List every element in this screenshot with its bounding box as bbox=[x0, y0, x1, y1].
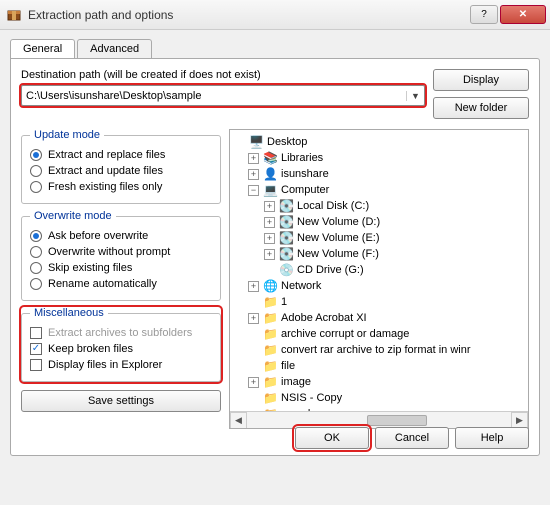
checkbox-icon bbox=[30, 343, 42, 355]
tab-strip: General Advanced bbox=[10, 39, 540, 59]
radio-icon bbox=[30, 246, 42, 258]
radio-icon bbox=[30, 165, 42, 177]
titlebar: Extraction path and options ? ✕ bbox=[0, 0, 550, 30]
folder-icon: 📁 bbox=[263, 343, 277, 357]
drive-icon: 💽 bbox=[279, 231, 293, 245]
network-icon: 🌐 bbox=[263, 279, 277, 293]
dialog-buttons: OK Cancel Help bbox=[295, 427, 529, 449]
folder-tree-panel: 🖥️Desktop +📚Libraries +👤isunshare −💻Comp… bbox=[229, 129, 529, 429]
scroll-left-icon[interactable]: ◀ bbox=[230, 412, 247, 429]
radio-icon bbox=[30, 181, 42, 193]
destination-input[interactable] bbox=[22, 88, 406, 104]
scroll-right-icon[interactable]: ▶ bbox=[511, 412, 528, 429]
computer-icon: 💻 bbox=[263, 183, 277, 197]
tree-row: +📚Libraries bbox=[232, 150, 526, 166]
desktop-icon: 🖥️ bbox=[249, 135, 263, 149]
overwrite-opt-skip[interactable]: Skip existing files bbox=[30, 260, 212, 276]
options-column: Update mode Extract and replace files Ex… bbox=[21, 129, 221, 429]
expand-icon[interactable]: + bbox=[264, 217, 275, 228]
drive-icon: 💽 bbox=[279, 215, 293, 229]
tree-row: 📁1 bbox=[232, 294, 526, 310]
user-icon: 👤 bbox=[263, 167, 277, 181]
folder-icon: 📁 bbox=[263, 359, 277, 373]
radio-icon bbox=[30, 149, 42, 161]
display-button[interactable]: Display bbox=[433, 69, 529, 91]
expand-icon[interactable]: + bbox=[248, 313, 259, 324]
folder-icon: 📁 bbox=[263, 311, 277, 325]
checkbox-icon bbox=[30, 327, 42, 339]
collapse-icon[interactable]: − bbox=[248, 185, 259, 196]
tree-row: 🖥️Desktop bbox=[232, 134, 526, 150]
drive-icon: 💽 bbox=[279, 199, 293, 213]
tree-row: +👤isunshare bbox=[232, 166, 526, 182]
update-opt-fresh[interactable]: Fresh existing files only bbox=[30, 179, 212, 195]
update-opt-replace[interactable]: Extract and replace files bbox=[30, 147, 212, 163]
update-mode-legend: Update mode bbox=[30, 129, 104, 141]
update-opt-update[interactable]: Extract and update files bbox=[30, 163, 212, 179]
update-mode-group: Update mode Extract and replace files Ex… bbox=[21, 129, 221, 204]
tree-row: 📁NSIS - Copy bbox=[232, 390, 526, 406]
close-button[interactable]: ✕ bbox=[500, 5, 546, 24]
folder-icon: 📁 bbox=[263, 375, 277, 389]
destination-label: Destination path (will be created if doe… bbox=[21, 69, 425, 81]
winrar-icon bbox=[6, 7, 22, 23]
scroll-thumb[interactable] bbox=[367, 415, 427, 426]
misc-legend: Miscellaneous bbox=[30, 307, 108, 319]
help-titlebar-button[interactable]: ? bbox=[470, 5, 498, 24]
ok-button[interactable]: OK bbox=[295, 427, 369, 449]
overwrite-mode-group: Overwrite mode Ask before overwrite Over… bbox=[21, 210, 221, 301]
tree-row: +🌐Network bbox=[232, 278, 526, 294]
misc-group: Miscellaneous Extract archives to subfol… bbox=[21, 307, 221, 382]
radio-icon bbox=[30, 278, 42, 290]
window-title: Extraction path and options bbox=[28, 8, 470, 22]
cd-icon: 💿 bbox=[279, 263, 293, 277]
expand-icon[interactable]: + bbox=[264, 233, 275, 244]
folder-icon: 📁 bbox=[263, 295, 277, 309]
overwrite-opt-ask[interactable]: Ask before overwrite bbox=[30, 228, 212, 244]
misc-opt-explorer[interactable]: Display files in Explorer bbox=[30, 357, 212, 373]
expand-icon[interactable]: + bbox=[248, 281, 259, 292]
tree-row: +📁image bbox=[232, 374, 526, 390]
tree-row: +💽New Volume (E:) bbox=[232, 230, 526, 246]
destination-combo[interactable]: ▼ bbox=[21, 85, 425, 106]
misc-opt-subfolders: Extract archives to subfolders bbox=[30, 325, 212, 341]
tab-panel: Destination path (will be created if doe… bbox=[10, 58, 540, 456]
tree-row: −💻Computer bbox=[232, 182, 526, 198]
cancel-button[interactable]: Cancel bbox=[375, 427, 449, 449]
expand-icon[interactable]: + bbox=[248, 169, 259, 180]
tree-row: 📁file bbox=[232, 358, 526, 374]
misc-opt-broken[interactable]: Keep broken files bbox=[30, 341, 212, 357]
expand-icon[interactable]: + bbox=[248, 377, 259, 388]
overwrite-opt-rename[interactable]: Rename automatically bbox=[30, 276, 212, 292]
help-button[interactable]: Help bbox=[455, 427, 529, 449]
overwrite-opt-noprompt[interactable]: Overwrite without prompt bbox=[30, 244, 212, 260]
folder-tree[interactable]: 🖥️Desktop +📚Libraries +👤isunshare −💻Comp… bbox=[230, 130, 528, 411]
tree-row: +💽New Volume (F:) bbox=[232, 246, 526, 262]
folder-icon: 📁 bbox=[263, 391, 277, 405]
tree-row: 📁archive corrupt or damage bbox=[232, 326, 526, 342]
expand-icon[interactable]: + bbox=[248, 153, 259, 164]
expand-icon[interactable]: + bbox=[264, 201, 275, 212]
folder-icon: 📁 bbox=[263, 327, 277, 341]
save-settings-button[interactable]: Save settings bbox=[21, 390, 221, 412]
new-folder-button[interactable]: New folder bbox=[433, 97, 529, 119]
overwrite-mode-legend: Overwrite mode bbox=[30, 210, 116, 222]
radio-icon bbox=[30, 230, 42, 242]
tree-row: 📁convert rar archive to zip format in wi… bbox=[232, 342, 526, 358]
tree-row: +📁Adobe Acrobat XI bbox=[232, 310, 526, 326]
checkbox-icon bbox=[30, 359, 42, 371]
drive-icon: 💽 bbox=[279, 247, 293, 261]
libraries-icon: 📚 bbox=[263, 151, 277, 165]
expand-icon[interactable]: + bbox=[264, 249, 275, 260]
tree-row: 💿CD Drive (G:) bbox=[232, 262, 526, 278]
horizontal-scrollbar[interactable]: ◀ ▶ bbox=[230, 411, 528, 428]
tab-general[interactable]: General bbox=[10, 39, 75, 59]
tree-row: +💽Local Disk (C:) bbox=[232, 198, 526, 214]
tree-row: +💽New Volume (D:) bbox=[232, 214, 526, 230]
tab-advanced[interactable]: Advanced bbox=[77, 39, 152, 59]
chevron-down-icon[interactable]: ▼ bbox=[406, 91, 424, 101]
radio-icon bbox=[30, 262, 42, 274]
